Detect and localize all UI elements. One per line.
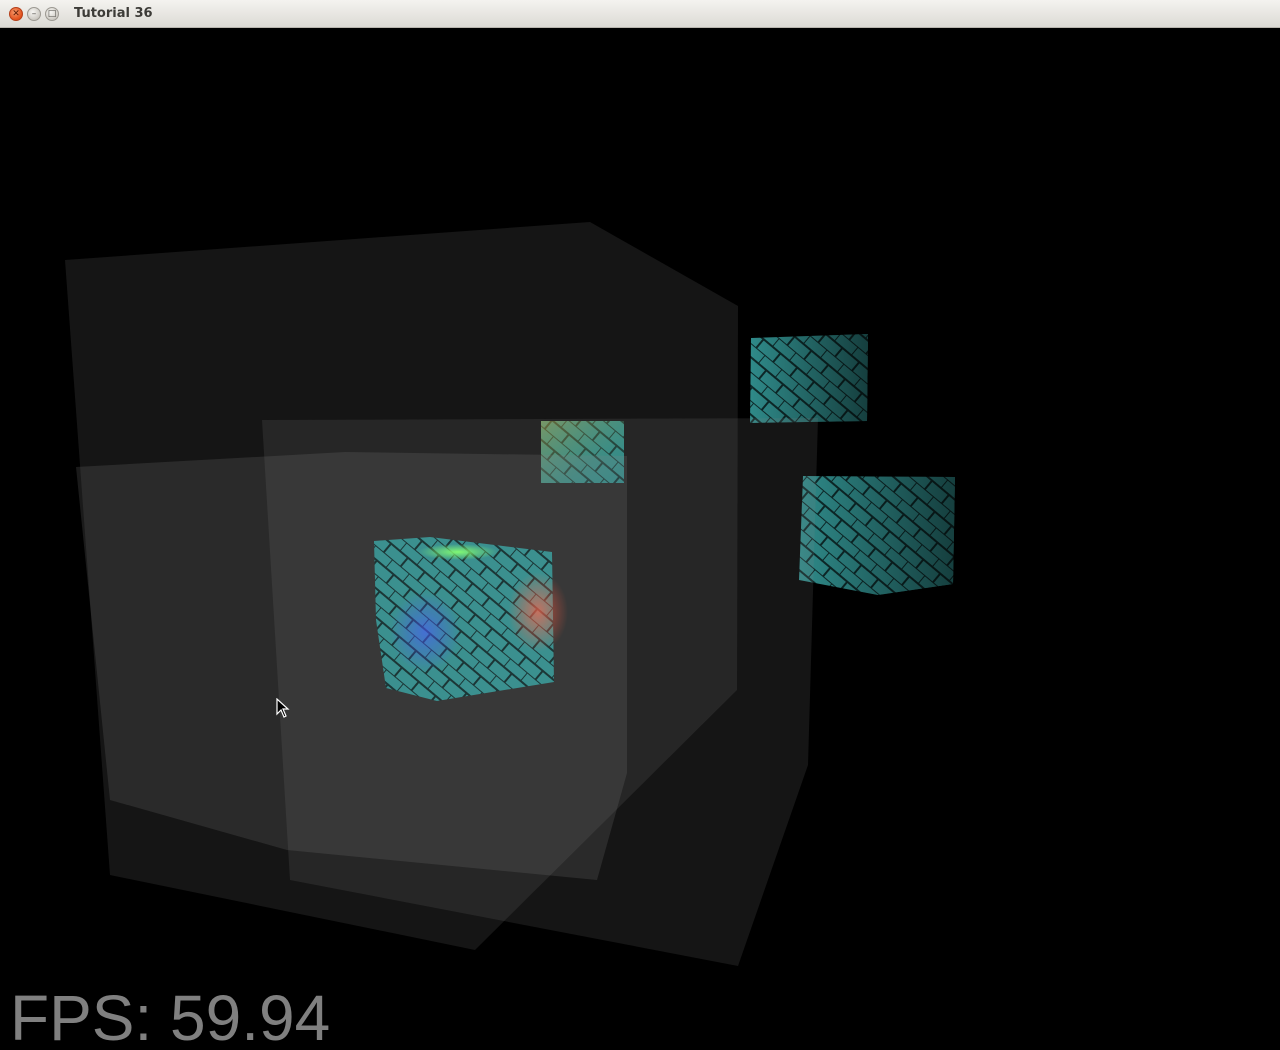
title-bar[interactable]: ✕ – □ Tutorial 36 (0, 0, 1280, 28)
app-window: ✕ – □ Tutorial 36 FPS: 59.94 (0, 0, 1280, 1050)
maximize-button[interactable]: □ (45, 7, 59, 21)
maximize-icon: □ (47, 8, 57, 19)
fps-counter: FPS: 59.94 (10, 982, 331, 1050)
3d-scene (65, 222, 955, 966)
window-title: Tutorial 36 (74, 6, 153, 21)
minimize-icon: – (31, 8, 37, 19)
cube-far-right (799, 476, 955, 595)
close-button[interactable]: ✕ (9, 7, 23, 21)
cube-far-top-right (750, 334, 868, 423)
minimize-button[interactable]: – (27, 7, 41, 21)
close-icon: ✕ (12, 8, 20, 19)
render-viewport[interactable]: FPS: 59.94 (0, 28, 1280, 1050)
cube-center-lit (374, 537, 568, 701)
arrow-cursor-icon (276, 697, 290, 722)
